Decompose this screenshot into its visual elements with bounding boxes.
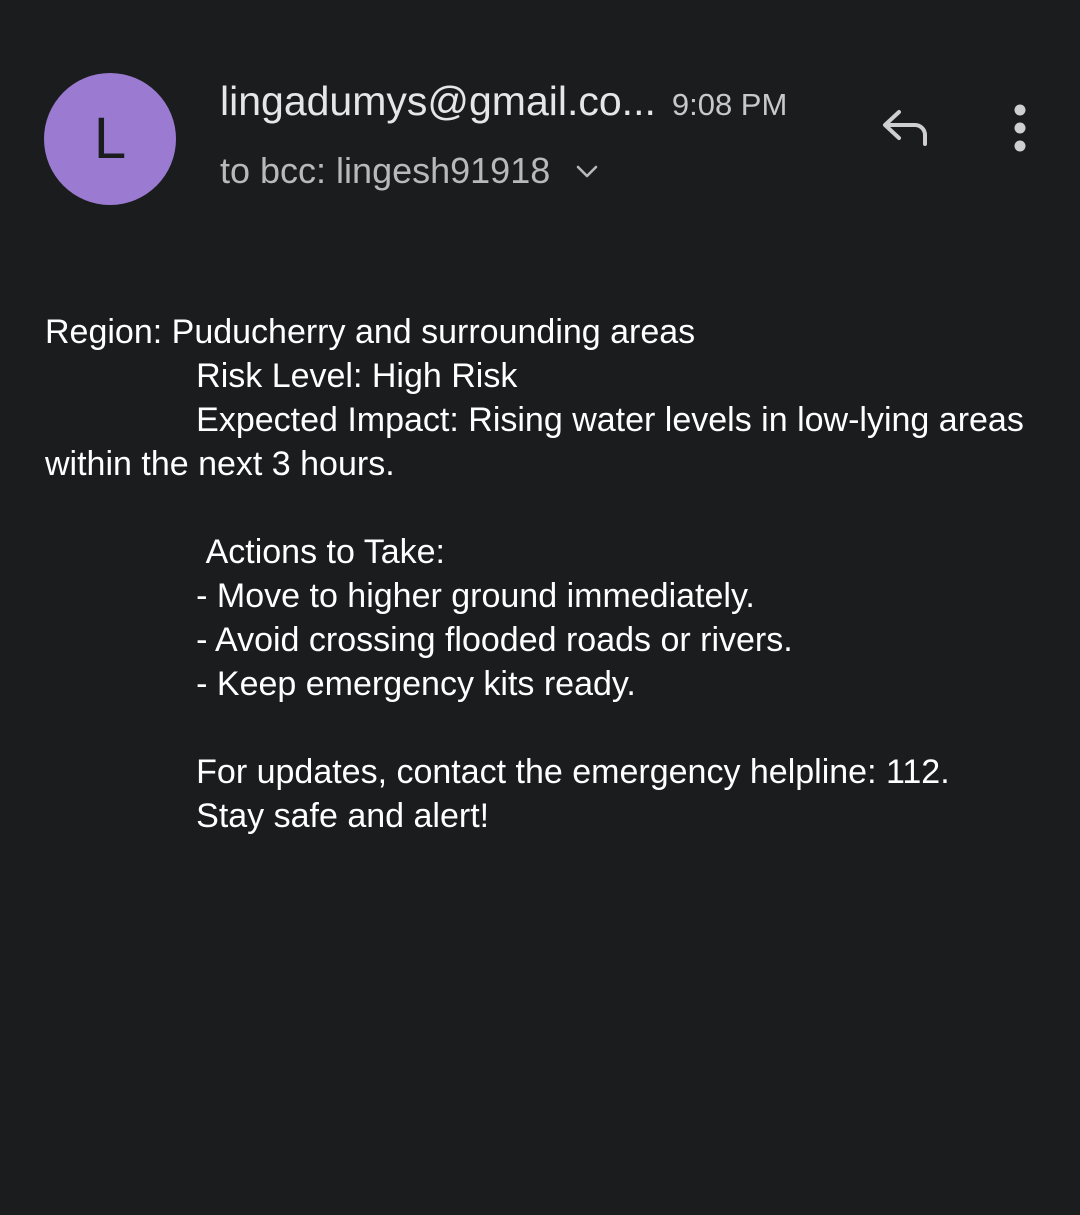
- avatar-letter: L: [93, 106, 127, 171]
- reply-icon: [877, 106, 933, 155]
- chevron-down-icon[interactable]: [572, 156, 602, 186]
- avatar[interactable]: L: [44, 73, 176, 205]
- more-vert-icon: [1010, 103, 1030, 158]
- more-options-button[interactable]: [990, 100, 1050, 160]
- recipient-label: to bcc: lingesh91918: [220, 150, 551, 191]
- recipient-details-toggle[interactable]: to bcc: lingesh91918: [220, 150, 602, 192]
- message-time: 9:08 PM: [671, 87, 788, 122]
- sender-email[interactable]: lingadumys@gmail.co...: [220, 78, 656, 125]
- message-body: Region: Puducherry and surrounding areas…: [45, 313, 1024, 835]
- sender-row: lingadumys@gmail.co... 9:08 PM: [220, 78, 787, 125]
- reply-button[interactable]: [870, 100, 940, 160]
